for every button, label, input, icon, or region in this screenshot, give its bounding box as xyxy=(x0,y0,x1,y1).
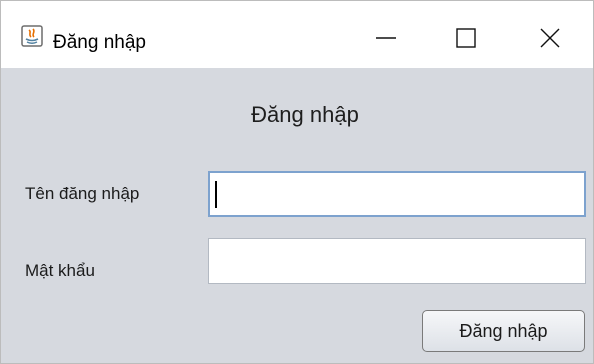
maximize-button[interactable] xyxy=(436,13,496,57)
minimize-button[interactable] xyxy=(356,13,416,57)
username-label: Tên đăng nhập xyxy=(25,184,140,203)
window-title: Đăng nhập xyxy=(53,32,146,53)
java-app-icon xyxy=(21,25,43,47)
minimize-icon xyxy=(376,37,396,39)
login-window: Đăng nhập Đăng nhập Tên đăng nhập Mật kh… xyxy=(0,0,594,364)
maximize-icon xyxy=(456,28,476,48)
close-button[interactable] xyxy=(521,13,581,57)
login-button[interactable]: Đăng nhập xyxy=(422,310,585,352)
password-label: Mật khẩu xyxy=(25,261,95,280)
password-input[interactable] xyxy=(208,238,586,284)
form-heading: Đăng nhập xyxy=(1,102,594,128)
title-bar[interactable]: Đăng nhập xyxy=(1,1,593,68)
form-heading-text: Đăng nhập xyxy=(251,102,359,127)
username-input[interactable] xyxy=(208,171,586,217)
text-caret xyxy=(215,181,217,208)
close-icon xyxy=(540,28,560,48)
